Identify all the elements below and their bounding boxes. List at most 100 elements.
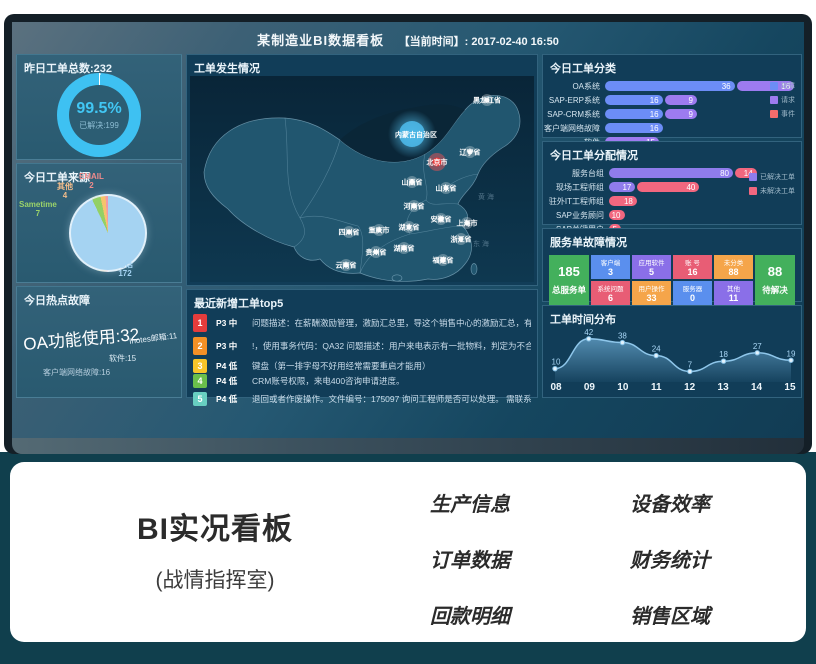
ticket-description: !，使用事务代码：QA32 问题描述：用户来电表示有一批物料，判定为不合格，在S… [252, 340, 531, 352]
map-hainan [392, 275, 402, 281]
ticket-description: 键盘（第一排字母不好用经常需要重启才能用） [252, 360, 531, 372]
panel-order-assignment: 今日工单分配情况 服务台组 80 14 现场工程师组 17 40 驻外IT工程师… [542, 141, 802, 225]
ticket-description: 问题描述：在薪酬激励管理，激励汇总里，导这个销售中心的激励汇总，有个人（0004… [252, 317, 531, 329]
priority-label: P4 低 [216, 393, 252, 405]
menu-item-payment-detail[interactable]: 回款明细 [430, 600, 550, 629]
time-data-label: 7 [688, 360, 693, 369]
menu-item-order-data[interactable]: 订单数据 [430, 544, 550, 573]
menu-item-equipment-efficiency[interactable]: 设备效率 [630, 488, 750, 517]
legend-swatch [770, 110, 778, 118]
fault-tile-unclassified: 未分类88 [714, 255, 753, 279]
rank-badge: 4 [193, 374, 207, 388]
svg-text:辽宁省: 辽宁省 [460, 148, 481, 157]
panel-time-distribution: 工单时间分布 104238247182719 0809 1011 1213 [542, 305, 802, 398]
card-subtitle: (战情指挥室) [65, 564, 365, 594]
time-data-point [587, 337, 591, 341]
svg-text:重庆市: 重庆市 [369, 226, 390, 235]
ticket-description: 退回或者作废操作。文件编号：175097 询问工程师是否可以处理。 需联系：00… [252, 393, 531, 405]
fault-total-box: 185 总服务单 [549, 255, 589, 305]
panel-order-assignment-title: 今日工单分配情况 [543, 142, 801, 163]
bar-row: SAP-CRM系统 16 9 [543, 108, 801, 120]
panel-fault-grid-title: 服务单故障情况 [543, 229, 801, 250]
dashboard-header: 某制造业BI数据看板 【当前时间】: 2017-02-40 16:50 [12, 30, 804, 50]
info-card: BI实况看板 (战情指挥室) 生产信息 设备效率 订单数据 财务统计 回款明细 … [10, 462, 806, 642]
time-chart-svg: 104238247182719 [547, 328, 799, 384]
china-map: 黄海 东海 内蒙古自治区 北京市 黑龙江省 辽宁省 山西省 山东省 河南省 [190, 76, 534, 282]
bar-row: 驻外IT工程师组 18 [543, 195, 801, 207]
panel-yesterday-total: 昨日工单总数:232 99.5% 已解决:199 [16, 54, 182, 160]
fault-tile-useraction: 用户操作33 [632, 281, 671, 305]
page: BI实况看板 (战情指挥室) 生产信息 设备效率 订单数据 财务统计 回款明细 … [0, 0, 816, 664]
panel-order-category: 今日工单分类 OA系统 36 16 SAP-ERP系统 16 9 SAP-CRM… [542, 54, 802, 138]
priority-label: P3 中 [216, 317, 252, 329]
bar-row: OA系统 36 16 [543, 80, 801, 92]
top5-row-1: 1 P3 中 问题描述：在薪酬激励管理，激励汇总里，导这个销售中心的激励汇总，有… [193, 314, 531, 332]
rank-badge: 1 [193, 314, 207, 332]
time-data-point [721, 359, 725, 363]
category-legend: 故障 请求 事件 [770, 81, 795, 119]
cloud-word-oa: OA功能使用:32 [22, 320, 140, 355]
bar-row: SAP业务顾问 10 [543, 209, 801, 221]
svg-text:湖北省: 湖北省 [399, 223, 420, 232]
svg-text:浙江省: 浙江省 [451, 235, 472, 244]
fault-tile-other: 其他11 [714, 281, 753, 305]
top5-row-2: 2 P3 中 !，使用事务代码：QA32 问题描述：用户来电表示有一批物料，判定… [193, 337, 531, 355]
fault-tile-account: 账 号16 [673, 255, 712, 279]
ticket-description: CRM账号权限，来电400咨询申请进度。 [252, 375, 531, 387]
svg-text:黑龙江省: 黑龙江省 [473, 96, 501, 105]
resolved-donut-chart: 99.5% 已解决:199 [57, 73, 141, 157]
time-data-point [755, 351, 759, 355]
fault-tile-system: 系统问题6 [591, 281, 630, 305]
legend-swatch [749, 187, 757, 195]
top5-row-3: 3 P4 低 键盘（第一排字母不好用经常需要重启才能用） [193, 359, 531, 373]
rank-badge: 5 [193, 392, 207, 406]
time-data-point [688, 369, 692, 373]
resolved-percent: 99.5% [76, 100, 121, 118]
priority-label: P4 低 [216, 375, 252, 387]
panel-hot-faults: 今日热点故障 OA功能使用:32 Inotes邮箱:11 软件:15 客户端网络… [16, 286, 182, 398]
fault-tile-appsoft: 应用软件5 [632, 255, 671, 279]
fault-grid: 185 总服务单 客户端3 应用软件5 账 号16 未分类88 系统问题6 用户… [543, 250, 801, 305]
svg-text:北京市: 北京市 [427, 158, 448, 167]
panel-top5: 最近新增工单top5 1 P3 中 问题描述：在薪酬激励管理，激励汇总里，导这个… [186, 289, 538, 398]
time-data-point [654, 353, 658, 357]
svg-text:山西省: 山西省 [402, 178, 423, 187]
top5-row-4: 4 P4 低 CRM账号权限，来电400咨询申请进度。 [193, 374, 531, 388]
svg-text:上海市: 上海市 [457, 219, 478, 228]
menu-item-finance-stats[interactable]: 财务统计 [630, 544, 750, 573]
legend-swatch [770, 96, 778, 104]
legend-swatch [749, 173, 757, 181]
map-taiwan [471, 264, 477, 275]
fault-tile-client: 客户端3 [591, 255, 630, 279]
time-data-label: 27 [753, 342, 762, 351]
priority-label: P4 低 [216, 360, 252, 372]
svg-text:四川省: 四川省 [339, 228, 360, 237]
svg-text:云南省: 云南省 [336, 261, 357, 270]
time-data-label: 10 [552, 358, 561, 367]
menu-item-sales-region[interactable]: 销售区域 [630, 600, 750, 629]
pie-label-other: 其他4 [57, 182, 73, 200]
dashboard-monitor-frame: 某制造业BI数据看板 【当前时间】: 2017-02-40 16:50 昨日工单… [4, 14, 812, 454]
svg-text:湖南省: 湖南省 [394, 244, 415, 253]
dashboard-title: 某制造业BI数据看板 [257, 33, 384, 48]
svg-text:内蒙古自治区: 内蒙古自治区 [395, 130, 437, 139]
time-data-label: 24 [652, 345, 661, 354]
time-data-point [620, 340, 624, 344]
menu-item-production-info[interactable]: 生产信息 [430, 488, 550, 517]
svg-text:贵州省: 贵州省 [366, 248, 387, 257]
panel-map-title: 工单发生情况 [187, 55, 537, 76]
time-data-label: 19 [787, 349, 796, 358]
fault-pending-box: 88 待解决 [755, 255, 795, 305]
panel-map: 工单发生情况 [186, 54, 538, 286]
rank-badge: 2 [193, 337, 207, 355]
time-axis: 0809 1011 1213 1415 [547, 382, 799, 393]
monitor-stand [12, 438, 804, 454]
card-title: BI实况看板 [65, 504, 365, 548]
panel-top5-title: 最近新增工单top5 [193, 290, 531, 311]
card-menu: 生产信息 设备效率 订单数据 财务统计 回款明细 销售区域 [430, 488, 750, 629]
resolved-count: 已解决:199 [79, 120, 119, 131]
category-bar-chart: OA系统 36 16 SAP-ERP系统 16 9 SAP-CRM系统 16 9 [543, 80, 801, 148]
sea-label-east-sea: 东海 [473, 239, 491, 248]
panel-fault-grid: 服务单故障情况 185 总服务单 客户端3 应用软件5 账 号16 未分类88 … [542, 228, 802, 302]
pie-label-sametime: Sametime7 [19, 200, 57, 218]
